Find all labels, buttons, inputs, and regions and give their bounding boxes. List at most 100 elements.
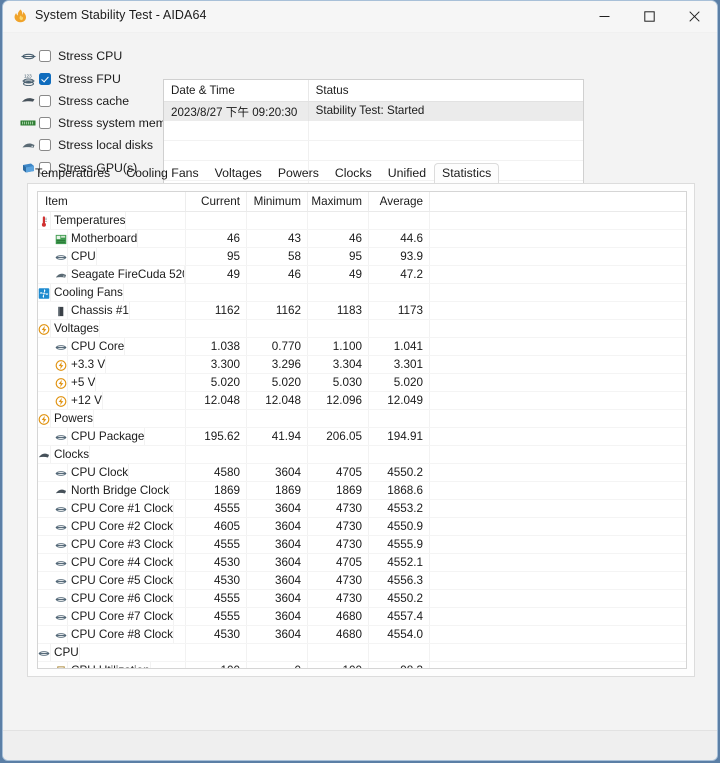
- statistics-row[interactable]: +3.3 V 3.300 3.296 3.304 3.301: [38, 356, 686, 374]
- cpu-icon: [55, 500, 68, 517]
- column-maximum[interactable]: Maximum: [308, 192, 369, 211]
- hourglass-icon: [55, 662, 68, 668]
- cpu-icon: [55, 572, 68, 589]
- statistics-row[interactable]: CPU Core #5 Clock 4530 3604 4730 4556.3: [38, 572, 686, 590]
- stress-option-cpu[interactable]: Stress CPU: [17, 47, 162, 66]
- statistics-item-label: CPU Core #8 Clock: [71, 626, 174, 643]
- statistics-row[interactable]: Cooling Fans: [38, 284, 686, 302]
- tab-statistics[interactable]: Statistics: [434, 163, 500, 183]
- statistics-row[interactable]: CPU Package 195.62 41.94 206.05 194.91: [38, 428, 686, 446]
- statistics-item-label: +12 V: [71, 392, 103, 409]
- statistics-cell-item: Clocks: [38, 446, 186, 463]
- statistics-cell-item: Voltages: [38, 320, 186, 337]
- statistics-cell-current: 100: [186, 662, 247, 668]
- statistics-cell-average: 194.91: [369, 428, 430, 445]
- statistics-cell-item: CPU Core #5 Clock: [38, 572, 186, 589]
- tab-cooling-fans[interactable]: Cooling Fans: [118, 163, 206, 183]
- statistics-cell-current: 4555: [186, 536, 247, 553]
- statistics-cell-minimum: 3604: [247, 464, 308, 481]
- log-column-datetime[interactable]: Date & Time: [164, 80, 309, 101]
- statistics-cell-average: 4554.0: [369, 626, 430, 643]
- stress-option-disks[interactable]: Stress local disks: [17, 136, 162, 155]
- status-strip: Remaining Battery: No battery Test Start…: [3, 687, 717, 730]
- close-icon[interactable]: [672, 1, 717, 32]
- window-title: System Stability Test - AIDA64: [35, 8, 207, 22]
- column-minimum[interactable]: Minimum: [247, 192, 308, 211]
- statistics-row[interactable]: CPU Core #8 Clock 4530 3604 4680 4554.0: [38, 626, 686, 644]
- title-bar: System Stability Test - AIDA64: [3, 1, 717, 33]
- statistics-row[interactable]: CPU Core #2 Clock 4605 3604 4730 4550.9: [38, 518, 686, 536]
- statistics-cell-current: [186, 410, 247, 427]
- statistics-row[interactable]: +12 V 12.048 12.048 12.096 12.049: [38, 392, 686, 410]
- column-filler: [430, 192, 686, 211]
- statistics-cell-current: 49: [186, 266, 247, 283]
- statistics-row[interactable]: +5 V 5.020 5.020 5.030 5.020: [38, 374, 686, 392]
- log-row[interactable]: 2023/8/27 下午 09:20:30 Stability Test: St…: [164, 102, 583, 121]
- stress-cpu-checkbox[interactable]: [39, 50, 51, 63]
- maximize-icon[interactable]: [627, 1, 672, 32]
- statistics-row[interactable]: Motherboard 46 43 46 44.6: [38, 230, 686, 248]
- column-current[interactable]: Current: [186, 192, 247, 211]
- stress-option-memory[interactable]: Stress system memory: [17, 114, 183, 133]
- stress-option-cache[interactable]: Stress cache: [17, 92, 162, 111]
- statistics-row[interactable]: CPU Utilization100010098.3: [38, 662, 686, 668]
- statistics-item-label: +3.3 V: [71, 356, 107, 373]
- statistics-cell-average: 4555.9: [369, 536, 430, 553]
- statistics-row[interactable]: CPU Core #3 Clock 4555 3604 4730 4555.9: [38, 536, 686, 554]
- statistics-cell-current: [186, 212, 247, 229]
- stress-cache-checkbox[interactable]: [39, 94, 51, 107]
- tab-bar: Temperatures Cooling Fans Voltages Power…: [27, 163, 695, 183]
- statistics-cell-minimum: 3604: [247, 608, 308, 625]
- statistics-row[interactable]: CPU Core #1 Clock 4555 3604 4730 4553.2: [38, 500, 686, 518]
- stress-memory-checkbox[interactable]: [39, 117, 51, 130]
- cpu-icon: [17, 48, 39, 64]
- statistics-row[interactable]: CPU Core #6 Clock 4555 3604 4730 4550.2: [38, 590, 686, 608]
- log-column-status[interactable]: Status: [309, 80, 583, 101]
- statistics-item-label: CPU: [71, 248, 97, 265]
- stress-option-fpu[interactable]: 123 Stress FPU: [17, 69, 162, 88]
- statistics-row[interactable]: Temperatures: [38, 212, 686, 230]
- statistics-cell-current: 1.038: [186, 338, 247, 355]
- statistics-row[interactable]: Seagate FireCuda 520...49464947.2: [38, 266, 686, 284]
- statistics-cell-maximum: [308, 644, 369, 661]
- statistics-cell-minimum: 58: [247, 248, 308, 265]
- statistics-cell-item: CPU Core #3 Clock: [38, 536, 186, 553]
- column-item[interactable]: Item: [38, 192, 186, 211]
- statistics-cell-item: CPU Clock: [38, 464, 186, 481]
- statistics-cell-filler: [430, 410, 686, 427]
- stress-cpu-label: Stress CPU: [58, 49, 123, 64]
- statistics-row[interactable]: North Bridge Clock 1869 1869 1869 1868.6: [38, 482, 686, 500]
- tab-temperatures[interactable]: Temperatures: [27, 163, 118, 183]
- statistics-row[interactable]: CPU 95 58 95 93.9: [38, 248, 686, 266]
- statistics-cell-filler: [430, 536, 686, 553]
- thermometer-icon: [38, 212, 51, 229]
- statistics-cell-average: 12.049: [369, 392, 430, 409]
- statistics-row[interactable]: CPU Clock 4580 3604 4705 4550.2: [38, 464, 686, 482]
- statistics-cell-minimum: 3604: [247, 518, 308, 535]
- statistics-cell-maximum: 95: [308, 248, 369, 265]
- tab-powers[interactable]: Powers: [270, 163, 327, 183]
- statistics-row[interactable]: Chassis #1 1162 1162 1183 1173: [38, 302, 686, 320]
- statistics-cell-current: 4555: [186, 500, 247, 517]
- statistics-row[interactable]: CPU Core 1.038 0.770 1.100 1.041: [38, 338, 686, 356]
- statistics-row[interactable]: CPU: [38, 644, 686, 662]
- statistics-cell-current: 1162: [186, 302, 247, 319]
- options-area: Stress CPU 123 Stress FPU Stress cache S…: [3, 33, 717, 187]
- stress-fpu-checkbox[interactable]: [39, 72, 51, 85]
- statistics-row[interactable]: Clocks: [38, 446, 686, 464]
- statistics-cell-current: [186, 284, 247, 301]
- statistics-row[interactable]: Powers: [38, 410, 686, 428]
- statistics-row[interactable]: CPU Core #4 Clock 4530 3604 4705 4552.1: [38, 554, 686, 572]
- minimize-icon[interactable]: [582, 1, 627, 32]
- stress-disks-checkbox[interactable]: [39, 139, 51, 152]
- tab-clocks[interactable]: Clocks: [327, 163, 380, 183]
- tab-voltages[interactable]: Voltages: [207, 163, 270, 183]
- statistics-cell-filler: [430, 626, 686, 643]
- stress-disks-label: Stress local disks: [58, 138, 153, 153]
- statistics-row[interactable]: CPU Core #7 Clock 4555 3604 4680 4557.4: [38, 608, 686, 626]
- tab-unified[interactable]: Unified: [380, 163, 434, 183]
- column-average[interactable]: Average: [369, 192, 430, 211]
- statistics-cell-average: 4553.2: [369, 500, 430, 517]
- statistics-row[interactable]: Voltages: [38, 320, 686, 338]
- statistics-cell-filler: [430, 644, 686, 661]
